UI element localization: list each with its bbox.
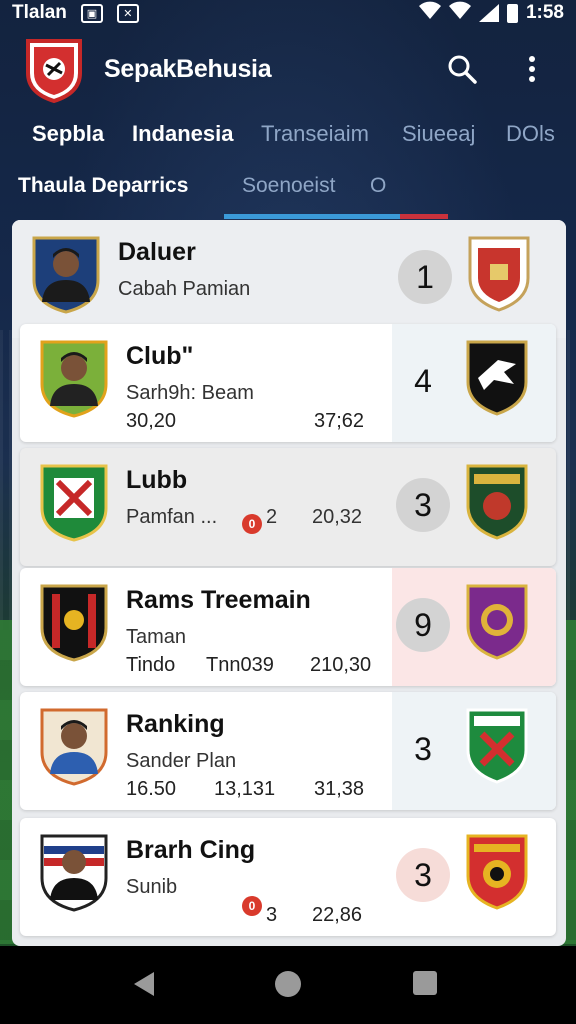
tab-sepbla[interactable]: Sepbla [32, 121, 104, 147]
list-item[interactable]: Ranking Sander Plan 16.50 13,131 31,38 3 [20, 692, 556, 810]
tab-transeiaim[interactable]: Transeiaim [261, 121, 369, 147]
player-avatar [40, 708, 108, 786]
more-vert-icon[interactable] [512, 49, 552, 89]
battery-icon [506, 3, 518, 23]
tab-indanesia[interactable]: Indanesia [132, 121, 233, 147]
back-icon[interactable] [132, 970, 156, 998]
player-avatar [40, 340, 108, 418]
screenshot-icon: ▣ [80, 3, 103, 23]
carrier-label: Tlalan [12, 2, 67, 23]
stat-value: 20,32 [312, 506, 363, 528]
stat-value: 2 [266, 506, 278, 528]
player-name: Club" [126, 342, 194, 370]
player-name: Lubb [126, 466, 188, 494]
club-crest-icon [466, 708, 528, 784]
search-icon[interactable] [442, 49, 482, 89]
stat-value: Tindo [126, 654, 176, 676]
wifi-icon [418, 1, 441, 25]
list-item[interactable]: Club" Sarh9h: Beam 30,20 37;62 4 [20, 324, 556, 442]
rank-number: 3 [414, 730, 432, 767]
secondary-tabs: Thaula Deparrics Soenoeist O [0, 164, 576, 220]
stat-value: 37;62 [314, 410, 365, 432]
stat-value: 3 [266, 904, 278, 926]
app-bar: SepakBehusia [0, 26, 576, 112]
list-item[interactable]: Lubb Pamfan ... 0 2 20,32 3 [20, 448, 556, 566]
stat-value: 30,20 [126, 410, 177, 432]
ranking-list: Daluer Cabah Pamian 1 Club" Sarh9h: Beam… [12, 220, 566, 946]
status-bar: Tlalan ▣ ✕ 1:58 [0, 0, 576, 26]
image-icon: ✕ [116, 3, 139, 23]
player-subtitle: Sarh9h: Beam [126, 382, 254, 404]
app-logo-icon [26, 39, 82, 103]
club-crest-icon [40, 464, 108, 542]
club-crest-icon [40, 584, 108, 662]
rank-number: 9 [396, 598, 450, 652]
alert-badge: 0 [242, 514, 262, 534]
list-item[interactable]: Brarh Cing Sunib 0 3 22,86 3 [20, 818, 556, 936]
player-subtitle: Sander Plan [126, 750, 237, 772]
club-crest-icon [466, 340, 528, 416]
stat-value: 31,38 [314, 778, 365, 800]
rank-number: 3 [396, 478, 450, 532]
club-crest-icon [466, 584, 528, 660]
tab-indicator-accent [400, 214, 448, 219]
stat-value: 16.50 [126, 778, 177, 800]
rank-number: 4 [414, 362, 432, 399]
tab-dols[interactable]: DOls [506, 121, 555, 147]
rank-number: 3 [396, 848, 450, 902]
stat-value: 13,131 [214, 778, 276, 800]
player-subtitle: Sunib [126, 876, 178, 898]
tab-thaula-deparrics[interactable]: Thaula Deparrics [18, 174, 188, 198]
tab-siueeaj[interactable]: Siueeaj [402, 121, 475, 147]
player-avatar [40, 834, 108, 912]
stat-value: 210,30 [310, 654, 372, 676]
player-name: Ranking [126, 710, 225, 738]
tab-o[interactable]: O [370, 174, 386, 198]
player-subtitle: Cabah Pamian [118, 278, 251, 300]
player-subtitle: Taman [126, 626, 187, 648]
signal-x-icon [448, 1, 471, 25]
club-crest-icon [466, 464, 528, 540]
rank-number: 1 [398, 250, 452, 304]
system-nav-bar [0, 946, 576, 1024]
app-title: SepakBehusia [104, 54, 272, 83]
tab-indicator [224, 214, 400, 219]
player-avatar [32, 236, 100, 314]
list-item[interactable]: Daluer Cabah Pamian 1 [12, 220, 566, 338]
player-name: Daluer [118, 238, 196, 266]
tab-soenoeist[interactable]: Soenoeist [242, 174, 335, 198]
player-name: Rams Treemain [126, 586, 311, 614]
home-icon[interactable] [274, 970, 302, 998]
list-item[interactable]: Rams Treemain Taman Tindo Tnn039 210,30 … [20, 568, 556, 686]
recents-icon[interactable] [412, 970, 438, 996]
primary-tabs: Sepbla Indanesia Transeiaim Siueeaj DOls [0, 112, 576, 156]
stat-value: 22,86 [312, 904, 363, 926]
alert-badge: 0 [242, 896, 262, 916]
player-name: Brarh Cing [126, 836, 256, 864]
player-subtitle: Pamfan ... [126, 506, 218, 528]
clock: 1:58 [525, 2, 564, 23]
signal-icon [478, 4, 499, 22]
stat-value: Tnn039 [206, 654, 274, 676]
club-crest-icon [468, 236, 530, 312]
club-crest-icon [466, 834, 528, 910]
